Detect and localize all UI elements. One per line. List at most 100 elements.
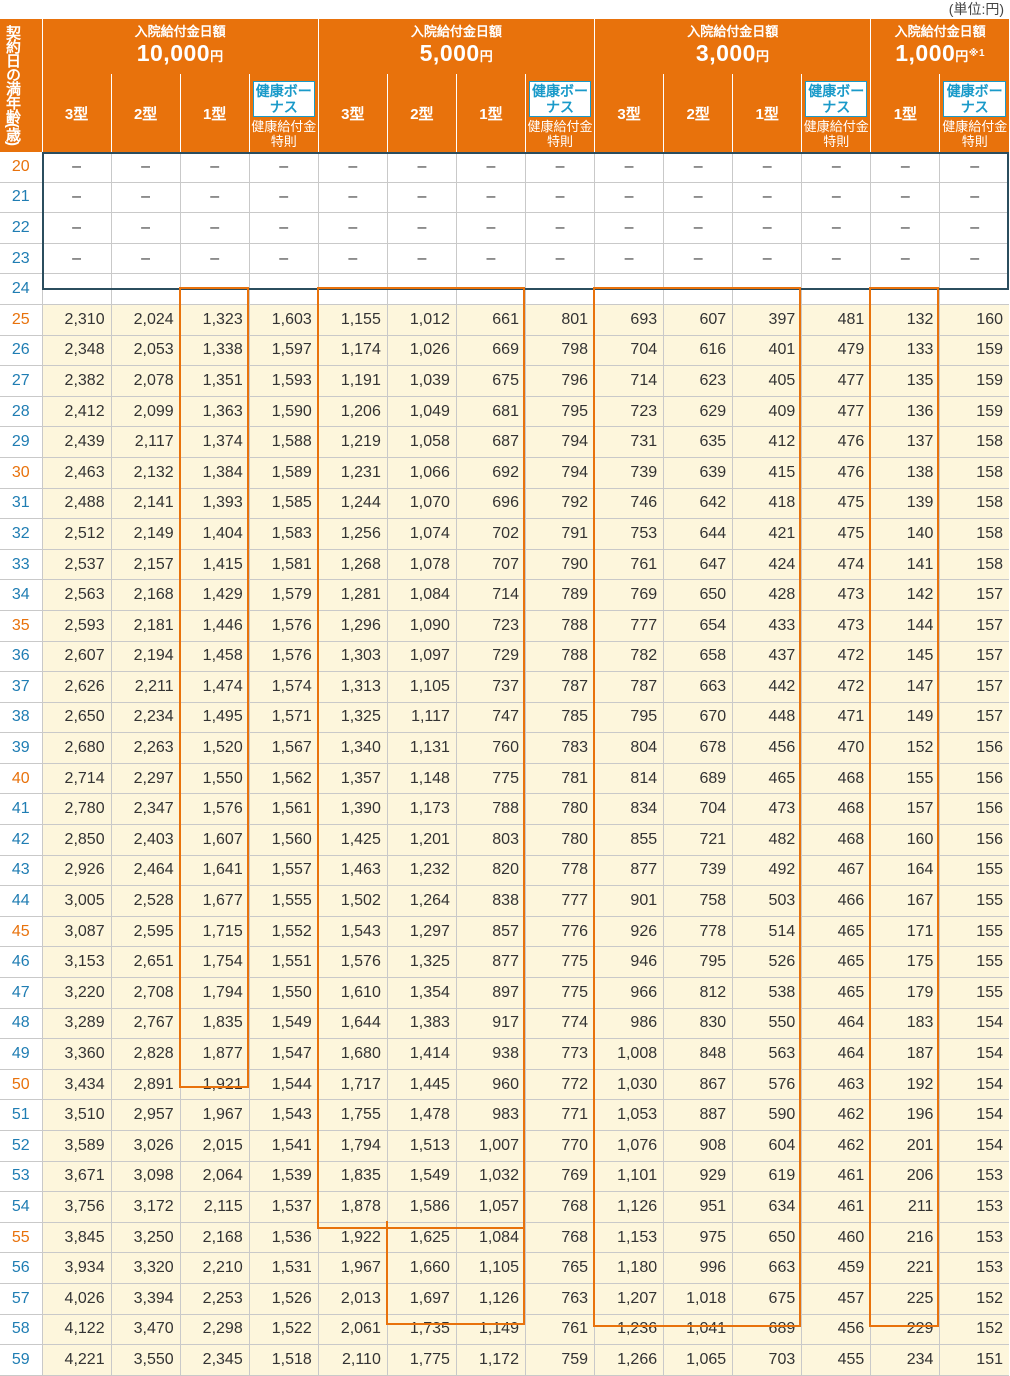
table-row: 57 4,026 3,394 2,253 1,526 2,013 1,697 1,126 763… bbox=[0, 1283, 1009, 1315]
premium-cell: 1,206 bbox=[317, 396, 388, 428]
premium-cell: 1,084 bbox=[455, 1222, 526, 1254]
table-row: 58 4,122 3,470 2,298 1,522 2,061 1,735 1,149 761… bbox=[0, 1314, 1009, 1346]
premium-cell: 428 bbox=[732, 579, 802, 611]
premium-cell: 3,934 bbox=[41, 1252, 112, 1284]
premium-cell: 3,289 bbox=[41, 1008, 112, 1040]
premium-cell: 2,412 bbox=[41, 396, 112, 428]
premium-cell: 1,625 bbox=[386, 1222, 457, 1254]
premium-cell: 739 bbox=[663, 855, 733, 887]
premium-cell: 760 bbox=[455, 732, 526, 764]
group-header-3000: 入院給付金日額 3,000円 bbox=[594, 19, 871, 74]
dash-cell: – bbox=[41, 243, 112, 275]
premium-cell: 1,032 bbox=[455, 1161, 526, 1193]
premium-cell: 877 bbox=[455, 946, 526, 979]
table-row: 23– – – – – – – – – – – – – – bbox=[0, 243, 1009, 275]
premium-cell: 514 bbox=[732, 916, 802, 948]
premium-cell: 773 bbox=[524, 1038, 595, 1070]
premium-cell: 785 bbox=[524, 702, 595, 734]
premium-cell: 3,320 bbox=[110, 1252, 181, 1284]
premium-cell: 2,957 bbox=[110, 1099, 181, 1131]
premium-cell: 159 bbox=[939, 396, 1009, 428]
dash-cell: – bbox=[455, 273, 526, 305]
premium-cell: 192 bbox=[870, 1069, 940, 1101]
premium-cell: 137 bbox=[870, 426, 940, 458]
premium-cell: 153 bbox=[939, 1161, 1009, 1193]
premium-cell: 1,446 bbox=[179, 610, 250, 642]
premium-cell: 1,264 bbox=[386, 885, 457, 917]
premium-cell: 433 bbox=[732, 610, 802, 642]
premium-cell: 216 bbox=[870, 1222, 940, 1254]
age-cell: 43 bbox=[0, 855, 43, 887]
premium-cell: 464 bbox=[801, 1038, 871, 1070]
premium-cell: 753 bbox=[594, 518, 664, 550]
table-row: 46 3,153 2,651 1,754 1,551 1,576 1,325 877 775 94… bbox=[0, 946, 1009, 979]
table-row: 24– – – – – – – – – – – – – – bbox=[0, 273, 1009, 305]
premium-cell: 1,531 bbox=[248, 1252, 319, 1284]
premium-cell: 409 bbox=[732, 396, 802, 428]
premium-cell: 761 bbox=[524, 1314, 595, 1346]
premium-cell: 3,087 bbox=[41, 916, 112, 948]
premium-cell: 139 bbox=[870, 488, 940, 520]
premium-cell: 2,528 bbox=[110, 885, 181, 917]
dash-cell: – bbox=[732, 182, 802, 214]
premium-cell: 476 bbox=[801, 457, 871, 489]
premium-cell: 783 bbox=[524, 732, 595, 764]
premium-cell: 960 bbox=[455, 1069, 526, 1101]
dash-cell: – bbox=[41, 182, 112, 214]
dash-cell: – bbox=[732, 152, 802, 183]
premium-cell: 1,281 bbox=[317, 579, 388, 611]
dash-cell: – bbox=[524, 273, 595, 305]
premium-cell: 778 bbox=[663, 916, 733, 948]
age-cell: 55 bbox=[0, 1222, 43, 1254]
table-row: 32 2,512 2,149 1,404 1,583 1,256 1,074 702 791 75… bbox=[0, 518, 1009, 550]
table-row: 33 2,537 2,157 1,415 1,581 1,268 1,078 707 790 76… bbox=[0, 549, 1009, 581]
premium-cell: 140 bbox=[870, 518, 940, 550]
premium-cell: 1,551 bbox=[248, 946, 319, 979]
premium-cell: 780 bbox=[524, 824, 595, 856]
premium-cell: 1,555 bbox=[248, 885, 319, 917]
premium-cell: 689 bbox=[732, 1314, 802, 1346]
premium-cell: 526 bbox=[732, 946, 802, 979]
dash-cell: – bbox=[179, 243, 250, 275]
premium-cell: 642 bbox=[663, 488, 733, 520]
premium-cell: 830 bbox=[663, 1008, 733, 1040]
premium-cell: 576 bbox=[732, 1069, 802, 1101]
table-row: 47 3,220 2,708 1,794 1,550 1,610 1,354 897 775 96… bbox=[0, 977, 1009, 1009]
premium-cell: 3,671 bbox=[41, 1161, 112, 1193]
premium-cell: 769 bbox=[524, 1161, 595, 1193]
premium-cell: 158 bbox=[939, 457, 1009, 489]
premium-cell: 1,717 bbox=[317, 1069, 388, 1101]
premium-cell: 142 bbox=[870, 579, 940, 611]
premium-cell: 2,157 bbox=[110, 549, 181, 581]
premium-cell: 2,211 bbox=[110, 671, 181, 703]
premium-cell: 1,547 bbox=[248, 1038, 319, 1070]
premium-cell: 1,539 bbox=[248, 1161, 319, 1193]
premium-cell: 1,585 bbox=[248, 488, 319, 520]
type-3-header: 3型 bbox=[41, 74, 112, 152]
dash-cell: – bbox=[110, 182, 181, 214]
premium-cell: 704 bbox=[663, 793, 733, 826]
premium-cell: 1,549 bbox=[248, 1008, 319, 1040]
premium-cell: 462 bbox=[801, 1099, 871, 1131]
premium-cell: 983 bbox=[455, 1099, 526, 1131]
premium-cell: 2,828 bbox=[110, 1038, 181, 1070]
premium-cell: 1,172 bbox=[455, 1344, 526, 1376]
premium-cell: 1,537 bbox=[248, 1191, 319, 1223]
premium-cell: 1,354 bbox=[386, 977, 457, 1009]
age-cell: 48 bbox=[0, 1008, 43, 1040]
premium-cell: 791 bbox=[524, 518, 595, 550]
type-3-header: 3型 bbox=[594, 74, 664, 152]
premium-cell: 211 bbox=[870, 1191, 940, 1223]
dash-cell: – bbox=[939, 212, 1009, 244]
premium-cell: 771 bbox=[524, 1099, 595, 1131]
type-1-header: 1型 bbox=[870, 74, 940, 152]
dash-cell: – bbox=[455, 182, 526, 214]
premium-cell: 1,502 bbox=[317, 885, 388, 917]
type-2-header: 2型 bbox=[386, 74, 457, 152]
premium-cell: 702 bbox=[455, 518, 526, 550]
premium-cell: 2,926 bbox=[41, 855, 112, 887]
dash-cell: – bbox=[870, 212, 940, 244]
age-cell: 36 bbox=[0, 641, 43, 673]
premium-cell: 759 bbox=[524, 1344, 595, 1376]
premium-cell: 492 bbox=[732, 855, 802, 887]
